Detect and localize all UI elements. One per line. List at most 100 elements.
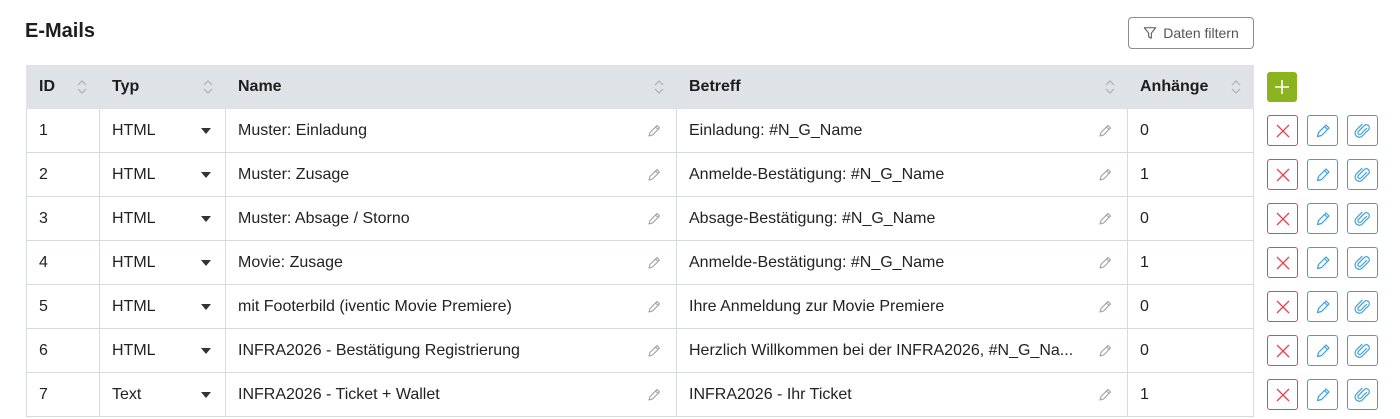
cell-id: 4 [26, 240, 100, 285]
edit-button[interactable] [1307, 291, 1338, 322]
type-value: HTML [112, 253, 156, 271]
delete-button[interactable] [1267, 115, 1298, 146]
cell-name[interactable]: Muster: Absage / Storno [225, 196, 677, 241]
pencil-icon[interactable] [646, 387, 662, 403]
chevron-down-icon[interactable] [201, 347, 211, 354]
cell-name[interactable]: Movie: Zusage [225, 240, 677, 285]
cell-attachments: 0 [1127, 328, 1254, 373]
name-value: INFRA2026 - Ticket + Wallet [238, 385, 440, 403]
column-header-subject[interactable]: Betreff [676, 65, 1128, 109]
cell-subject[interactable]: INFRA2026 - Ihr Ticket [676, 372, 1128, 417]
edit-button[interactable] [1307, 159, 1338, 190]
pencil-icon[interactable] [1097, 211, 1113, 227]
plus-icon [1275, 80, 1289, 94]
cell-type-select[interactable]: HTML [99, 240, 226, 285]
pencil-icon[interactable] [1097, 167, 1113, 183]
delete-button[interactable] [1267, 379, 1298, 410]
cell-type-select[interactable]: HTML [99, 152, 226, 197]
cell-type-select[interactable]: HTML [99, 108, 226, 153]
attachments-button[interactable] [1347, 247, 1378, 278]
cell-id: 2 [26, 152, 100, 197]
cell-subject[interactable]: Anmelde-Bestätigung: #N_G_Name [676, 152, 1128, 197]
cell-type-select[interactable]: HTML [99, 328, 226, 373]
chevron-down-icon[interactable] [201, 171, 211, 178]
paperclip-icon [1353, 255, 1370, 270]
pencil-icon[interactable] [1097, 255, 1113, 271]
attachments-button[interactable] [1347, 291, 1378, 322]
cell-subject[interactable]: Absage-Bestätigung: #N_G_Name [676, 196, 1128, 241]
pencil-icon[interactable] [646, 299, 662, 315]
column-header-name[interactable]: Name [225, 65, 677, 109]
delete-button[interactable] [1267, 335, 1298, 366]
cell-id: 5 [26, 284, 100, 329]
cell-name[interactable]: Muster: Einladung [225, 108, 677, 153]
pencil-icon[interactable] [646, 167, 662, 183]
delete-button[interactable] [1267, 291, 1298, 322]
pencil-icon[interactable] [646, 343, 662, 359]
chevron-down-icon[interactable] [201, 127, 211, 134]
table-row: 5 HTML mit Footerbild (iventic Movie Premi… [26, 284, 1254, 329]
column-header-type[interactable]: Typ [99, 65, 226, 109]
attachments-button[interactable] [1347, 159, 1378, 190]
row-actions [1267, 335, 1379, 366]
row-actions [1267, 247, 1379, 278]
filter-data-button[interactable]: Daten filtern [1128, 17, 1254, 49]
cell-subject[interactable]: Ihre Anmeldung zur Movie Premiere [676, 284, 1128, 329]
chevron-down-icon[interactable] [201, 259, 211, 266]
table-row: 2 HTML Muster: Zusage Anmelde-Bestätigung: … [26, 152, 1254, 197]
add-email-button[interactable] [1267, 72, 1297, 102]
name-value: Muster: Einladung [238, 121, 367, 139]
pencil-icon[interactable] [1097, 343, 1113, 359]
delete-button[interactable] [1267, 159, 1298, 190]
cell-type-select[interactable]: Text [99, 372, 226, 417]
pencil-icon [1316, 167, 1330, 181]
delete-button[interactable] [1267, 247, 1298, 278]
paperclip-icon [1353, 343, 1370, 358]
attachments-button[interactable] [1347, 335, 1378, 366]
cell-type-select[interactable]: HTML [99, 196, 226, 241]
name-value: mit Footerbild (iventic Movie Premiere) [238, 297, 512, 315]
sort-icon[interactable] [203, 79, 213, 95]
name-value: Muster: Zusage [238, 165, 350, 183]
cell-name[interactable]: Muster: Zusage [225, 152, 677, 197]
column-header-id[interactable]: ID [26, 65, 100, 109]
sort-icon[interactable] [1105, 79, 1115, 95]
row-actions [1267, 379, 1379, 410]
chevron-down-icon[interactable] [201, 303, 211, 310]
type-value: HTML [112, 209, 156, 227]
sort-icon[interactable] [77, 79, 87, 95]
attachments-button[interactable] [1347, 203, 1378, 234]
cell-name[interactable]: INFRA2026 - Ticket + Wallet [225, 372, 677, 417]
edit-button[interactable] [1307, 115, 1338, 146]
pencil-icon[interactable] [646, 211, 662, 227]
attachments-button[interactable] [1347, 115, 1378, 146]
chevron-down-icon[interactable] [201, 215, 211, 222]
chevron-down-icon[interactable] [201, 391, 211, 398]
attachments-button[interactable] [1347, 379, 1378, 410]
cell-name[interactable]: mit Footerbild (iventic Movie Premiere) [225, 284, 677, 329]
sort-icon[interactable] [1231, 79, 1241, 95]
delete-button[interactable] [1267, 203, 1298, 234]
edit-button[interactable] [1307, 203, 1338, 234]
cell-subject[interactable]: Anmelde-Bestätigung: #N_G_Name [676, 240, 1128, 285]
pencil-icon[interactable] [646, 123, 662, 139]
name-value: Muster: Absage / Storno [238, 209, 410, 227]
cell-name[interactable]: INFRA2026 - Bestätigung Registrierung [225, 328, 677, 373]
paperclip-icon [1353, 167, 1370, 182]
cell-type-select[interactable]: HTML [99, 284, 226, 329]
edit-button[interactable] [1307, 335, 1338, 366]
cell-subject[interactable]: Einladung: #N_G_Name [676, 108, 1128, 153]
subject-value: Anmelde-Bestätigung: #N_G_Name [689, 165, 945, 183]
pencil-icon [1316, 123, 1330, 137]
cell-subject[interactable]: Herzlich Willkommen bei der INFRA2026, #… [676, 328, 1128, 373]
edit-button[interactable] [1307, 379, 1338, 410]
edit-button[interactable] [1307, 247, 1338, 278]
close-icon [1276, 168, 1289, 181]
pencil-icon[interactable] [646, 255, 662, 271]
column-header-attachments[interactable]: Anhänge [1127, 65, 1254, 109]
pencil-icon[interactable] [1097, 387, 1113, 403]
pencil-icon[interactable] [1097, 299, 1113, 315]
type-value: HTML [112, 165, 156, 183]
pencil-icon[interactable] [1097, 123, 1113, 139]
sort-icon[interactable] [654, 79, 664, 95]
